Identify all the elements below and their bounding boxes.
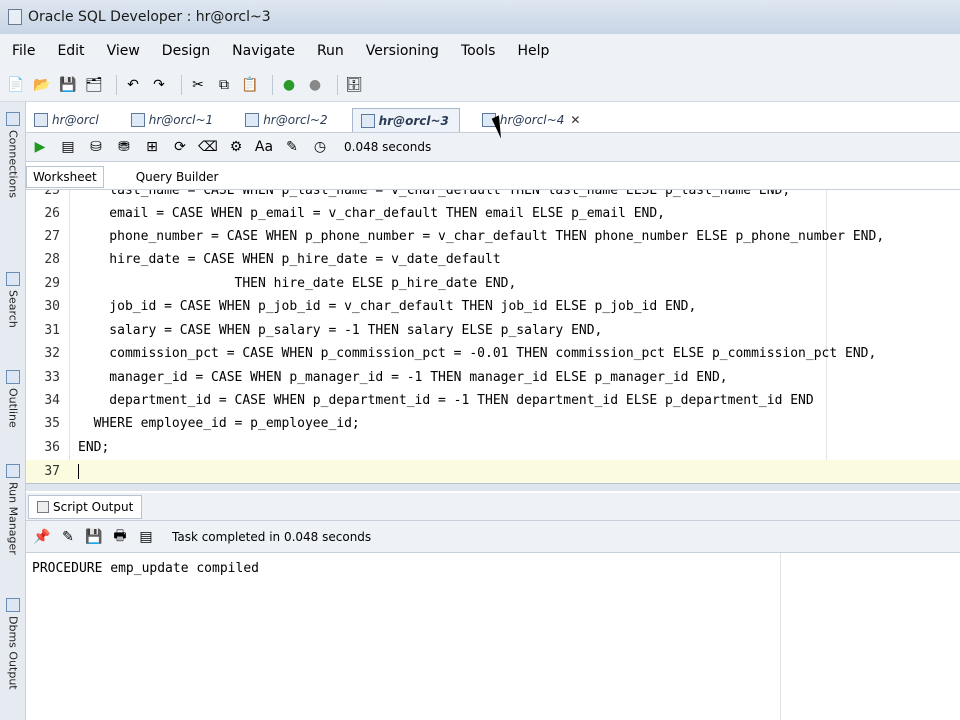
text-caret [78,464,79,479]
run-script-icon[interactable]: ▤ [58,137,78,157]
outline-icon [6,370,20,384]
code-line-current: 37 [26,460,960,483]
code-line: 36 END; [44,440,110,455]
clear-icon[interactable]: ⌫ [198,137,218,157]
tab-hr-orcl-1[interactable]: hr@orcl~1 [123,108,223,132]
tab-hr-orcl-2[interactable]: hr@orcl~2 [237,108,337,132]
task-status: Task completed in 0.048 seconds [172,529,372,544]
script-output-area[interactable]: PROCEDURE emp_update compiled [26,553,960,720]
tab-worksheet[interactable]: Worksheet [26,166,104,188]
code-editor[interactable]: 25 last_name = CASE WHEN p_last_name = v… [26,189,960,483]
output-toolbar: 📌 ✎ 💾 🖶 ▤ Task completed in 0.048 second… [26,521,960,553]
menu-navigate[interactable]: Navigate [232,43,295,59]
sql-history-icon[interactable]: ⚙ [226,137,246,157]
worksheet-toolbar: ▶ ▤ ⛁ ⛃ ⊞ ⟳ ⌫ ⚙ Aa ✎ ◷ 0.048 seconds [26,132,960,162]
database-icon [360,113,375,128]
connections-icon [6,112,20,126]
menu-tools[interactable]: Tools [461,43,496,59]
new-icon[interactable]: 📄 [6,75,26,95]
output-message: PROCEDURE emp_update compiled [32,561,259,576]
open-icon[interactable]: 📂 [32,75,52,95]
database-icon [34,113,48,127]
code-line: 28 hire_date = CASE WHEN p_hire_date = v… [44,252,501,267]
code-line: 33 manager_id = CASE WHEN p_manager_id =… [44,370,728,385]
format-icon[interactable]: Aa [254,137,274,157]
search-icon [6,272,20,286]
dbms-output-panel-tab[interactable]: Dbms Output [3,598,23,690]
tab-query-builder[interactable]: Query Builder [130,166,225,188]
toolbar-separator [337,74,338,95]
commit-icon[interactable]: ⛁ [86,137,106,157]
export-icon[interactable]: ▤ [136,527,156,547]
execution-time: 0.048 seconds [344,140,432,154]
code-line: 27 phone_number = CASE WHEN p_phone_numb… [44,229,885,244]
left-panel-rail: Connections Search Outline Run Manager D… [0,102,26,720]
redo-icon[interactable]: ↷ [149,75,169,95]
code-line: 35 WHERE employee_id = p_employee_id; [44,416,360,431]
back-icon[interactable]: ● [279,75,299,95]
print-icon[interactable]: 🖶 [110,527,130,547]
paste-icon[interactable]: 📋 [240,75,260,95]
panel-splitter[interactable] [26,483,960,491]
cut-icon[interactable]: ✂ [188,75,208,95]
code-line: 26 email = CASE WHEN p_email = v_char_de… [44,206,665,221]
menu-design[interactable]: Design [162,43,210,59]
menu-bar: File Edit View Design Navigate Run Versi… [0,34,960,68]
app-icon [8,9,22,25]
menu-help[interactable]: Help [517,43,549,59]
save-icon[interactable]: 💾 [58,75,78,95]
toolbar-separator [272,74,273,95]
forward-icon[interactable]: ● [305,75,325,95]
pin-icon[interactable]: 📌 [32,527,52,547]
close-icon[interactable]: ✕ [570,113,580,127]
code-line: 29 THEN hire_date ELSE p_hire_date END, [44,276,517,291]
connections-panel-tab[interactable]: Connections [3,112,23,198]
tab-hr-orcl-3[interactable]: hr@orcl~3 [351,108,460,132]
menu-view[interactable]: View [107,43,140,59]
script-output-icon [37,500,49,513]
save-output-icon[interactable]: 💾 [84,527,104,547]
search-panel-tab[interactable]: Search [3,272,23,328]
database-icon [245,113,260,127]
clear-output-icon[interactable]: ✎ [58,527,78,547]
title-bar: Oracle SQL Developer : hr@orcl~3 [0,0,960,34]
code-line: 32 commission_pct = CASE WHEN p_commissi… [44,346,877,361]
window-title: Oracle SQL Developer : hr@orcl~3 [28,9,271,25]
database-icon [130,113,145,127]
tab-hr-orcl[interactable]: hr@orcl [26,108,109,132]
save-all-icon[interactable]: 🗂 [84,75,104,95]
run-manager-panel-tab[interactable]: Run Manager [3,464,23,555]
toolbar-separator [116,74,117,95]
tab-script-output[interactable]: Script Output [28,494,143,519]
menu-run[interactable]: Run [317,43,344,59]
menu-edit[interactable]: Edit [57,43,84,59]
toolbar-separator [181,74,182,95]
output-divider [780,553,781,720]
code-line: 31 salary = CASE WHEN p_salary = -1 THEN… [44,323,603,338]
undo-icon[interactable]: ↶ [123,75,143,95]
explain-plan-icon[interactable]: ⊞ [142,137,162,157]
worksheet-subtabs: Worksheet Query Builder [26,165,960,189]
run-statement-icon[interactable]: ▶ [30,137,50,157]
output-panel-header: Script Output [26,493,960,521]
menu-file[interactable]: File [12,43,35,59]
code-line: 34 department_id = CASE WHEN p_departmen… [44,393,814,408]
dbms-output-icon [6,598,20,612]
copy-icon[interactable]: ⧉ [214,75,234,95]
code-line: 25 last_name = CASE WHEN p_last_name = v… [44,189,791,198]
timer-icon[interactable]: ◷ [310,137,330,157]
outline-panel-tab[interactable]: Outline [3,370,23,428]
rollback-icon[interactable]: ⛃ [114,137,134,157]
code-line: 30 job_id = CASE WHEN p_job_id = v_char_… [44,299,697,314]
menu-versioning[interactable]: Versioning [366,43,439,59]
run-manager-icon [6,464,20,478]
sql-worksheet-icon[interactable]: 🗄 [344,75,364,95]
autotrace-icon[interactable]: ⟳ [170,137,190,157]
eraser-icon[interactable]: ✎ [282,137,302,157]
main-toolbar: 📄 📂 💾 🗂 ↶ ↷ ✂ ⧉ 📋 ● ● 🗄 [0,68,960,102]
